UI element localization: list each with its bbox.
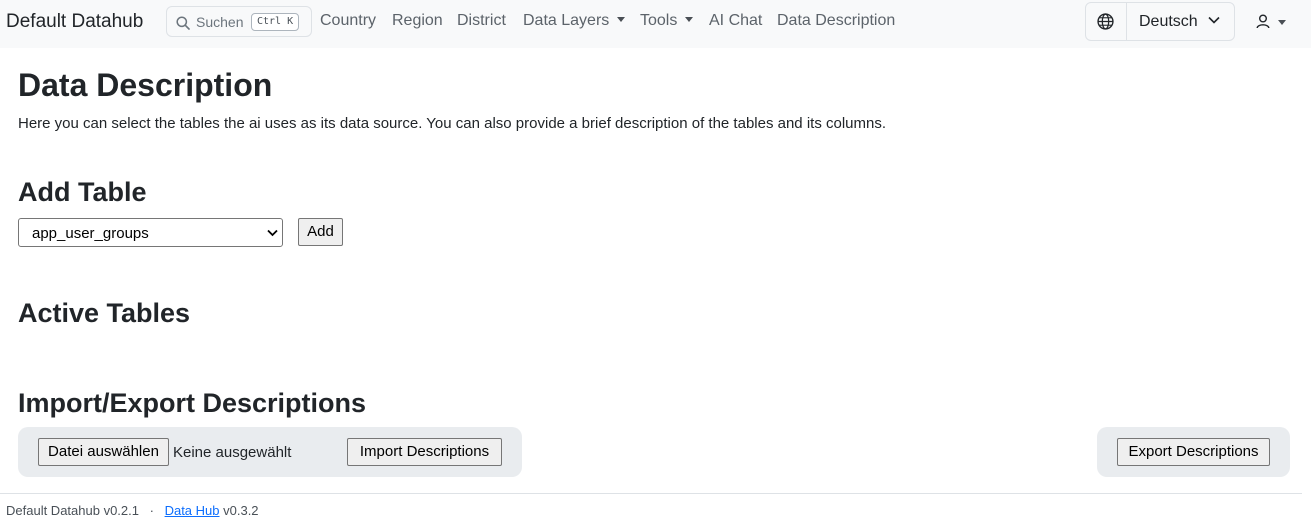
- language-select[interactable]: Deutsch: [1139, 13, 1198, 31]
- page-title: Data Description: [18, 67, 273, 103]
- no-file-label: Keine ausgewählt: [173, 444, 292, 461]
- chevron-down-icon: [1208, 16, 1220, 24]
- data-hub-link[interactable]: Data Hub: [165, 503, 220, 518]
- active-tables-heading: Active Tables: [18, 298, 191, 328]
- table-select[interactable]: app_user_groups: [18, 218, 283, 247]
- caret-down-icon: [1278, 20, 1286, 25]
- language-selector: Deutsch: [1085, 2, 1235, 41]
- add-table-heading: Add Table: [18, 177, 147, 207]
- table-select-value: app_user_groups: [32, 225, 149, 242]
- nav-data-layers-dropdown[interactable]: Data Layers: [523, 12, 626, 30]
- nav-data-layers-label: Data Layers: [523, 12, 610, 29]
- nav-data-description[interactable]: Data Description: [777, 12, 895, 30]
- caret-down-icon: [617, 17, 626, 22]
- nav-country[interactable]: Country: [320, 12, 376, 30]
- import-export-heading: Import/Export Descriptions: [18, 388, 367, 418]
- user-menu-button[interactable]: [1250, 10, 1292, 34]
- page-intro: Here you can select the tables the ai us…: [18, 115, 887, 132]
- hub-version: v0.3.2: [223, 503, 259, 518]
- globe-icon: [1097, 13, 1114, 30]
- export-descriptions-button[interactable]: Export Descriptions: [1117, 438, 1270, 466]
- footer: Default Datahub v0.2.1 · Data Hub v0.3.2: [6, 503, 259, 518]
- user-icon: [1256, 14, 1270, 29]
- search-icon: [176, 16, 190, 30]
- navbar: Default Datahub Suchen Ctrl K Country Re…: [0, 0, 1311, 48]
- search-button[interactable]: Suchen Ctrl K: [166, 6, 312, 37]
- caret-down-icon: [685, 17, 694, 22]
- footer-divider: [0, 493, 1302, 494]
- app-version: Default Datahub v0.2.1: [6, 503, 139, 518]
- chevron-down-icon: [267, 229, 278, 237]
- add-table-button[interactable]: Add: [298, 218, 343, 246]
- language-globe-button[interactable]: [1086, 3, 1127, 40]
- footer-separator: ·: [149, 503, 154, 518]
- nav-district[interactable]: District: [457, 12, 506, 30]
- search-label: Suchen: [196, 14, 244, 30]
- choose-file-button[interactable]: Datei auswählen: [38, 438, 169, 466]
- import-descriptions-button[interactable]: Import Descriptions: [347, 438, 502, 466]
- nav-tools-dropdown[interactable]: Tools: [640, 12, 694, 30]
- nav-region[interactable]: Region: [392, 12, 443, 30]
- nav-ai-chat[interactable]: AI Chat: [709, 12, 762, 30]
- nav-tools-label: Tools: [640, 12, 678, 29]
- brand[interactable]: Default Datahub: [6, 11, 143, 33]
- search-shortcut: Ctrl K: [251, 13, 300, 31]
